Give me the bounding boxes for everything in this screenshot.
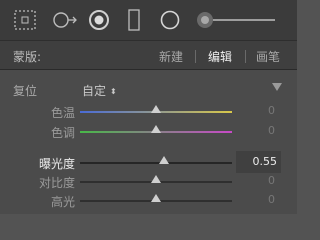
slider-row: 曝光度 0.55 [0,151,297,173]
divider [195,50,196,63]
brush-icon[interactable] [88,9,110,31]
slider-value: 0 [268,193,275,206]
circle-icon[interactable] [160,10,180,30]
marquee-icon[interactable] [13,9,37,31]
divider [245,50,246,63]
preset-arrows-icon: ⬍ [110,87,117,96]
adjustment-panel: 复位 自定 ⬍ 色温 0 色调 0 曝光度 0.55 对比度 0 高光 0 [0,70,297,214]
slider-label: 高光 [50,195,75,209]
slider-label: 色调 [50,126,75,140]
slider-value: 0 [268,104,275,117]
mask-toolbar [0,0,297,40]
preset-value: 自定 [82,84,107,98]
slider-thumb[interactable] [151,194,161,202]
panel-collapse-icon[interactable] [272,83,282,91]
radial-filter-icon[interactable] [52,11,78,29]
slider-row: 对比度 0 [0,172,297,192]
slider-thumb[interactable] [158,156,169,164]
mask-header: 蒙版: 新建 编辑 画笔 [0,40,297,70]
edit-button[interactable]: 编辑 [208,48,232,65]
feather-slider-icon[interactable] [195,10,275,30]
slider-value: 0 [268,174,275,187]
slider-label: 曝光度 [38,157,75,171]
new-button[interactable]: 新建 [159,48,183,65]
rectangle-icon[interactable] [128,9,140,31]
slider-value[interactable]: 0.55 [253,155,278,168]
slider-row: 色调 0 [0,122,297,142]
slider-thumb[interactable] [151,175,161,183]
slider-row: 色温 0 [0,102,297,122]
slider-row: 高光 0 [0,191,297,211]
slider-thumb[interactable] [151,125,161,133]
slider-value: 0 [268,124,275,137]
slider-track[interactable] [80,162,232,164]
reset-label[interactable]: 复位 [13,82,37,99]
slider-thumb[interactable] [151,105,161,113]
brush-button[interactable]: 画笔 [256,48,280,65]
preset-dropdown[interactable]: 自定 ⬍ [82,82,117,99]
slider-label: 色温 [50,106,75,120]
slider-label: 对比度 [38,176,75,190]
mask-label: 蒙版: [13,50,42,64]
